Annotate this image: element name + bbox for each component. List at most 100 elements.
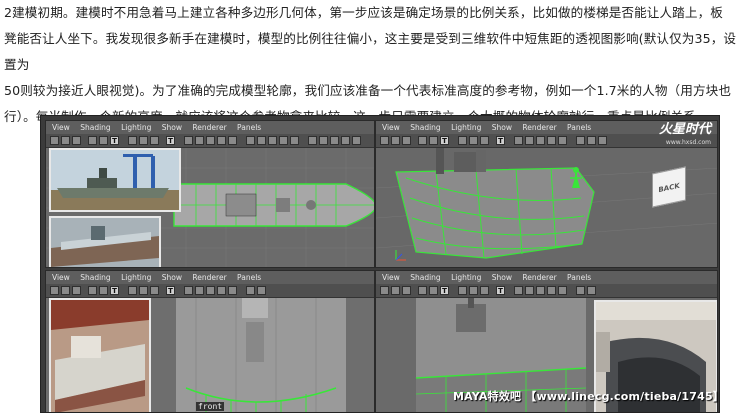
toolbar-button[interactable] <box>547 136 556 145</box>
viewport-scene-perspective[interactable]: BACK <box>376 148 717 267</box>
menu-lighting[interactable]: Lighting <box>121 123 151 132</box>
texture-toggle-button[interactable]: T <box>166 136 175 145</box>
menu-lighting[interactable]: Lighting <box>451 273 481 282</box>
toolbar-button[interactable] <box>391 286 400 295</box>
toolbar-button[interactable] <box>228 286 237 295</box>
menu-view[interactable]: View <box>52 123 70 132</box>
toolbar-button[interactable] <box>279 136 288 145</box>
menu-renderer[interactable]: Renderer <box>522 123 556 132</box>
menu-view[interactable]: View <box>52 273 70 282</box>
toolbar-button[interactable] <box>514 286 523 295</box>
toolbar-button[interactable] <box>50 286 59 295</box>
toolbar-button[interactable] <box>290 136 299 145</box>
menu-shading[interactable]: Shading <box>80 123 110 132</box>
toolbar-button[interactable] <box>352 136 361 145</box>
toolbar-button[interactable] <box>330 136 339 145</box>
toolbar-button[interactable] <box>257 286 266 295</box>
toolbar-button[interactable] <box>139 286 148 295</box>
toolbar-button[interactable] <box>480 136 489 145</box>
toolbar-button[interactable] <box>99 136 108 145</box>
toolbar-button[interactable] <box>536 286 545 295</box>
texture-toggle-button[interactable]: T <box>110 136 119 145</box>
toolbar-button[interactable] <box>246 286 255 295</box>
toolbar-button[interactable] <box>268 136 277 145</box>
toolbar-button[interactable] <box>525 286 534 295</box>
toolbar-button[interactable] <box>319 136 328 145</box>
menu-view[interactable]: View <box>382 273 400 282</box>
toolbar-button[interactable] <box>429 136 438 145</box>
toolbar-button[interactable] <box>150 286 159 295</box>
texture-toggle-button[interactable]: T <box>496 136 505 145</box>
menu-show[interactable]: Show <box>162 273 182 282</box>
menu-renderer[interactable]: Renderer <box>192 123 226 132</box>
toolbar-button[interactable] <box>598 136 607 145</box>
toolbar-button[interactable] <box>257 136 266 145</box>
viewport-scene-top[interactable] <box>46 148 374 267</box>
toolbar-button[interactable] <box>195 286 204 295</box>
menu-lighting[interactable]: Lighting <box>451 123 481 132</box>
toolbar-button[interactable] <box>206 136 215 145</box>
toolbar-button[interactable] <box>61 136 70 145</box>
menu-show[interactable]: Show <box>492 123 512 132</box>
toolbar-button[interactable] <box>72 286 81 295</box>
toolbar-button[interactable] <box>217 286 226 295</box>
toolbar-button[interactable] <box>391 136 400 145</box>
menu-lighting[interactable]: Lighting <box>121 273 151 282</box>
menu-shading[interactable]: Shading <box>80 273 110 282</box>
toolbar-button[interactable] <box>72 136 81 145</box>
toolbar-button[interactable] <box>587 136 596 145</box>
texture-toggle-button[interactable]: T <box>166 286 175 295</box>
menu-shading[interactable]: Shading <box>410 123 440 132</box>
toolbar-button[interactable] <box>139 136 148 145</box>
toolbar-button[interactable] <box>228 136 237 145</box>
toolbar-button[interactable] <box>587 286 596 295</box>
toolbar-button[interactable] <box>99 286 108 295</box>
toolbar-button[interactable] <box>576 136 585 145</box>
menu-shading[interactable]: Shading <box>410 273 440 282</box>
toolbar-button[interactable] <box>558 286 567 295</box>
toolbar-button[interactable] <box>246 136 255 145</box>
toolbar-button[interactable] <box>206 286 215 295</box>
toolbar-button[interactable] <box>536 136 545 145</box>
toolbar-button[interactable] <box>61 286 70 295</box>
toolbar-button[interactable] <box>341 136 350 145</box>
texture-toggle-button[interactable]: T <box>110 286 119 295</box>
menu-panels[interactable]: Panels <box>567 273 591 282</box>
viewport-scene-front[interactable]: front <box>46 298 374 412</box>
menu-show[interactable]: Show <box>492 273 512 282</box>
toolbar-button[interactable] <box>88 136 97 145</box>
menu-show[interactable]: Show <box>162 123 182 132</box>
toolbar-button[interactable] <box>458 286 467 295</box>
toolbar-button[interactable] <box>418 286 427 295</box>
toolbar-button[interactable] <box>514 136 523 145</box>
texture-toggle-button[interactable]: T <box>440 136 449 145</box>
toolbar-button[interactable] <box>402 286 411 295</box>
toolbar-button[interactable] <box>469 286 478 295</box>
toolbar-button[interactable] <box>558 136 567 145</box>
toolbar-button[interactable] <box>458 136 467 145</box>
menu-renderer[interactable]: Renderer <box>522 273 556 282</box>
toolbar-button[interactable] <box>380 136 389 145</box>
menu-panels[interactable]: Panels <box>567 123 591 132</box>
viewcube-widget[interactable]: BACK <box>652 166 686 208</box>
toolbar-button[interactable] <box>184 136 193 145</box>
menu-panels[interactable]: Panels <box>237 273 261 282</box>
toolbar-button[interactable] <box>195 136 204 145</box>
toolbar-button[interactable] <box>469 136 478 145</box>
toolbar-button[interactable] <box>184 286 193 295</box>
menu-panels[interactable]: Panels <box>237 123 261 132</box>
menu-renderer[interactable]: Renderer <box>192 273 226 282</box>
menu-view[interactable]: View <box>382 123 400 132</box>
toolbar-button[interactable] <box>128 136 137 145</box>
toolbar-button[interactable] <box>418 136 427 145</box>
texture-toggle-button[interactable]: T <box>440 286 449 295</box>
viewport-top-left[interactable]: View Shading Lighting Show Renderer Pane… <box>45 120 375 268</box>
viewport-top-right[interactable]: View Shading Lighting Show Renderer Pane… <box>375 120 718 268</box>
toolbar-button[interactable] <box>576 286 585 295</box>
toolbar-button[interactable] <box>402 136 411 145</box>
toolbar-button[interactable] <box>525 136 534 145</box>
toolbar-button[interactable] <box>308 136 317 145</box>
toolbar-button[interactable] <box>50 136 59 145</box>
toolbar-button[interactable] <box>480 286 489 295</box>
toolbar-button[interactable] <box>380 286 389 295</box>
